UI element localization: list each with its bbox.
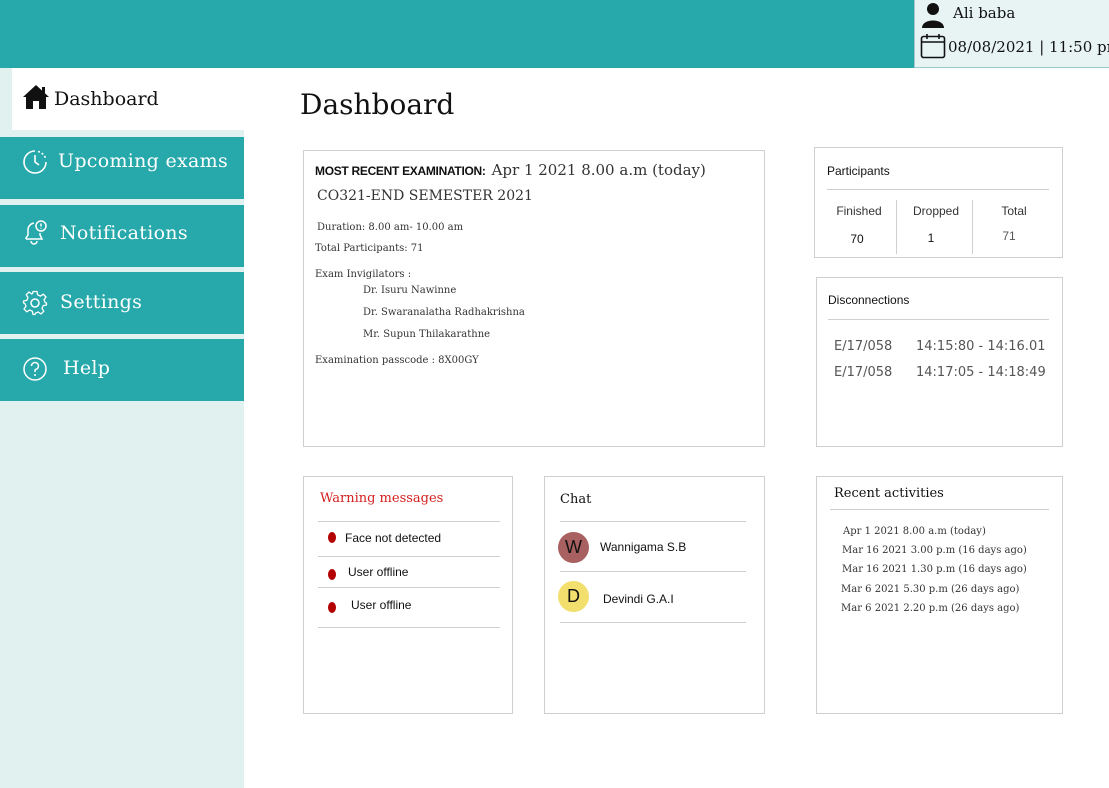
exam-heading-label: MOST RECENT EXAMINATION: (315, 164, 486, 178)
divider (560, 571, 746, 572)
divider (318, 627, 500, 628)
divider (560, 521, 746, 522)
recent-activities-card: Recent activities Apr 1 2021 8.00 a.m (t… (816, 476, 1063, 714)
exam-duration: Duration: 8.00 am- 10.00 am (317, 222, 464, 233)
warning-messages-card: Warning messages Face not detected User … (303, 476, 513, 714)
invigilator-item: Dr. Swaranalatha Radhakrishna (363, 307, 525, 318)
divider (318, 587, 500, 588)
chat-contact-name[interactable]: Wannigama S.B (600, 540, 686, 554)
exam-course: CO321-END SEMESTER 2021 (317, 188, 533, 204)
finished-label: Finished (836, 204, 882, 218)
exam-passcode: Examination passcode : 8X00GY (315, 355, 479, 366)
disconnection-id: E/17/058 (834, 365, 893, 380)
warning-item[interactable]: User offline (348, 565, 408, 579)
disconnections-card: Disconnections E/17/058 14:15:80 - 14:16… (816, 277, 1063, 447)
total-value: 71 (1002, 229, 1016, 243)
exam-participants: Total Participants: 71 (315, 243, 424, 254)
user-icon (922, 3, 944, 28)
sidebar-item-notifications[interactable]: Notifications (0, 205, 244, 267)
page-title: Dashboard (300, 88, 455, 121)
divider (827, 189, 1049, 190)
finished-value: 70 (850, 232, 864, 246)
sidebar-item-help[interactable]: Help (0, 339, 244, 401)
clock-icon (23, 150, 47, 174)
sidebar-item-label: Settings (60, 291, 143, 313)
avatar[interactable]: D (558, 581, 589, 612)
dropped-label: Dropped (912, 204, 960, 218)
bell-icon (25, 220, 47, 245)
divider (560, 622, 746, 623)
divider (830, 509, 1049, 510)
activity-item[interactable]: Apr 1 2021 8.00 a.m (today) (843, 526, 986, 537)
warning-dot (328, 569, 336, 580)
total-label: Total (1001, 204, 1027, 218)
invigilator-item: Dr. Isuru Nawinne (363, 285, 457, 296)
warning-dot (328, 602, 336, 613)
activity-item[interactable]: Mar 6 2021 5.30 p.m (26 days ago) (841, 584, 1019, 595)
warning-dot (328, 532, 336, 543)
dropped-value: 1 (927, 231, 935, 245)
sidebar-item-label: Upcoming exams (58, 150, 229, 172)
exam-invigilators-label: Exam Invigilators : (315, 269, 412, 280)
divider (318, 556, 500, 557)
recent-exam-card: MOST RECENT EXAMINATION: Apr 1 2021 8.00 … (303, 150, 765, 447)
user-panel[interactable]: Ali baba 08/08/2021 | 11:50 pm (914, 0, 1109, 68)
warning-item[interactable]: Face not detected (345, 531, 441, 545)
chat-title: Chat (560, 492, 592, 507)
disconnection-time: 14:17:05 - 14:18:49 (916, 365, 1046, 380)
user-name: Ali baba (953, 4, 1016, 22)
avatar[interactable]: W (558, 532, 589, 563)
activity-item[interactable]: Mar 16 2021 1.30 p.m (16 days ago) (842, 564, 1027, 575)
recent-activities-title: Recent activities (834, 486, 944, 501)
help-icon (23, 357, 47, 381)
warning-item[interactable]: User offline (351, 598, 411, 612)
current-datetime: 08/08/2021 | 11:50 pm (948, 38, 1109, 56)
divider (828, 319, 1049, 320)
sidebar-item-settings[interactable]: Settings (0, 272, 244, 334)
exam-heading-value: Apr 1 2021 8.00 a.m (today) (491, 161, 706, 179)
divider (318, 521, 500, 522)
sidebar-item-upcoming-exams[interactable]: Upcoming exams (0, 137, 244, 199)
disconnection-id: E/17/058 (834, 339, 893, 354)
chat-card: Chat W Wannigama S.B D Devindi G.A.I (544, 476, 765, 714)
calendar-icon (920, 34, 946, 59)
sidebar-item-dashboard[interactable]: Dashboard (12, 68, 244, 130)
disconnections-title: Disconnections (828, 293, 910, 307)
home-icon (23, 85, 49, 109)
sidebar-item-label: Notifications (60, 222, 188, 244)
sidebar-item-label: Dashboard (54, 88, 159, 110)
activity-item[interactable]: Mar 6 2021 2.20 p.m (26 days ago) (841, 603, 1019, 614)
chat-contact-name[interactable]: Devindi G.A.I (603, 592, 674, 606)
sidebar-item-label: Help (63, 357, 111, 379)
participants-title: Participants (827, 164, 890, 178)
warning-title: Warning messages (320, 491, 444, 506)
invigilator-item: Mr. Supun Thilakarathne (363, 329, 491, 340)
gear-icon (22, 290, 48, 316)
participants-card: Participants Finished 70 Dropped 1 Total… (814, 147, 1063, 258)
activity-item[interactable]: Mar 16 2021 3.00 p.m (16 days ago) (842, 545, 1027, 556)
disconnection-time: 14:15:80 - 14:16.01 (916, 339, 1046, 354)
exam-heading: MOST RECENT EXAMINATION: Apr 1 2021 8.00 … (315, 160, 706, 179)
